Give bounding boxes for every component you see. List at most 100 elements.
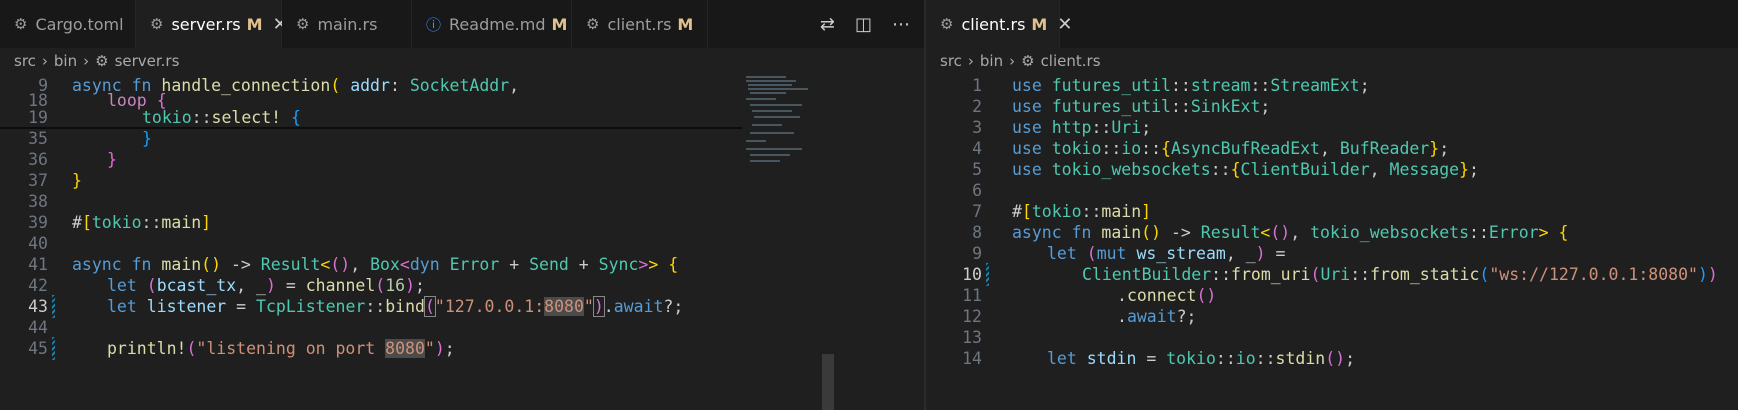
- tab-readme-md[interactable]: ⓘ Readme.md M: [412, 0, 572, 48]
- modified-badge: M: [677, 14, 694, 34]
- line-number: 41: [28, 255, 48, 274]
- tab-client-rs[interactable]: ⚙ client.rs M: [572, 0, 708, 48]
- rust-icon: ⚙: [296, 15, 310, 33]
- code-text: use http::Uri;: [1012, 118, 1152, 137]
- breadcrumb: src › bin › ⚙ client.rs: [926, 48, 1101, 74]
- modified-badge: M: [1031, 14, 1048, 34]
- code-text: }: [107, 150, 117, 169]
- code-text: .connect(): [1117, 286, 1217, 305]
- breadcrumb-src[interactable]: src: [14, 52, 36, 70]
- right-tab-bar: ⚙ client.rs M ✕: [926, 0, 1738, 48]
- line-number: 42: [28, 276, 48, 295]
- line-number: 11: [962, 286, 982, 305]
- line-number: 13: [962, 328, 982, 347]
- rust-icon: ⚙: [95, 52, 109, 70]
- tab-label: Cargo.toml: [35, 14, 124, 34]
- code-text: use tokio::io::{AsyncBufReadExt, BufRead…: [1012, 139, 1450, 158]
- sticky-scroll-shadow: [0, 127, 742, 129]
- code-text: println!("listening on port 8080");: [107, 339, 455, 358]
- gear-icon: ⚙: [14, 15, 28, 33]
- tab-label: client.rs: [961, 14, 1026, 34]
- line-number: 4: [972, 139, 982, 158]
- git-modified-indicator[interactable]: [52, 295, 55, 318]
- line-number: 37: [28, 171, 48, 190]
- modified-badge: M: [246, 14, 263, 34]
- breadcrumb-bin[interactable]: bin: [980, 52, 1003, 70]
- split-editor-icon[interactable]: ◫: [855, 14, 872, 35]
- code-text: let (bcast_tx, _) = channel(16);: [107, 276, 425, 295]
- breadcrumb-file[interactable]: server.rs: [115, 52, 180, 70]
- tab-label: Readme.md: [449, 14, 546, 34]
- line-number: 38: [28, 192, 48, 211]
- tab-main-rs[interactable]: ⚙ main.rs: [282, 0, 412, 48]
- line-number: 14: [962, 349, 982, 368]
- rust-icon: ⚙: [1021, 52, 1035, 70]
- breadcrumb: src › bin › ⚙ server.rs: [0, 48, 179, 74]
- line-number: 35: [28, 129, 48, 148]
- left-editor-group: ⚙ Cargo.toml ⚙ server.rs M ✕ ⚙ main.rs ⓘ Readm…: [0, 0, 924, 410]
- chevron-right-icon: ›: [41, 52, 48, 70]
- line-number: 5: [972, 160, 982, 179]
- line-number: 8: [972, 223, 982, 242]
- tab-cargo-toml[interactable]: ⚙ Cargo.toml: [0, 0, 136, 48]
- git-modified-indicator[interactable]: [52, 337, 55, 360]
- code-text: tokio::select! {: [142, 108, 301, 127]
- line-number: 7: [972, 202, 982, 221]
- tab-label: client.rs: [607, 14, 672, 34]
- code-text: }: [142, 129, 152, 148]
- code-text: let stdin = tokio::io::stdin();: [1047, 349, 1356, 368]
- line-number: 19: [28, 108, 48, 127]
- more-actions-icon[interactable]: ⋯: [892, 14, 910, 35]
- breadcrumb-bin[interactable]: bin: [54, 52, 77, 70]
- code-text: async fn main() -> Result<(), tokio_webs…: [1012, 223, 1569, 242]
- line-number: 39: [28, 213, 48, 232]
- code-text: use futures_util::stream::StreamExt;: [1012, 76, 1370, 95]
- line-number: 9: [972, 244, 982, 263]
- close-icon[interactable]: ✕: [1057, 14, 1072, 35]
- rust-icon: ⚙: [586, 15, 600, 33]
- tab-server-rs[interactable]: ⚙ server.rs M ✕: [136, 0, 288, 48]
- line-number: 40: [28, 234, 48, 253]
- info-icon: ⓘ: [426, 15, 442, 34]
- git-modified-indicator[interactable]: [986, 263, 989, 286]
- line-number: 1: [972, 76, 982, 95]
- code-editor[interactable]: 9 async fn handle_connection( addr: Socke…: [0, 74, 924, 410]
- code-text: async fn main() -> Result<(), Box<dyn Er…: [72, 255, 679, 274]
- line-number: 10: [962, 265, 982, 284]
- line-number: 6: [972, 181, 982, 200]
- chevron-right-icon: ›: [967, 52, 974, 70]
- code-editor[interactable]: 1 use futures_util::stream::StreamExt; 2u…: [926, 74, 1738, 410]
- chevron-right-icon: ›: [83, 52, 90, 70]
- line-number: 44: [28, 318, 48, 337]
- line-number: 36: [28, 150, 48, 169]
- left-tab-bar: ⚙ Cargo.toml ⚙ server.rs M ✕ ⚙ main.rs ⓘ Readm…: [0, 0, 924, 48]
- code-text: ClientBuilder::from_uri(Uri::from_static…: [1082, 265, 1718, 284]
- tab-client-rs-active[interactable]: ⚙ client.rs M ✕: [926, 0, 1072, 48]
- line-number: 45: [28, 339, 48, 358]
- editor-actions: ⇄ ◫ ⋯: [820, 0, 910, 48]
- line-number: 3: [972, 118, 982, 137]
- code-text: let listener = TcpListener::bind("127.0.…: [107, 296, 684, 317]
- rust-icon: ⚙: [150, 15, 164, 33]
- right-editor-group: ⚙ client.rs M ✕ src › bin › ⚙ client.rs 1 use f…: [926, 0, 1738, 410]
- chevron-right-icon: ›: [1009, 52, 1016, 70]
- modified-badge: M: [551, 14, 568, 34]
- line-number: 12: [962, 307, 982, 326]
- rust-icon: ⚙: [940, 15, 954, 33]
- minimap[interactable]: [742, 74, 820, 354]
- tab-label: server.rs: [171, 14, 241, 34]
- tab-label: main.rs: [317, 14, 378, 34]
- code-text: .await?;: [1117, 307, 1197, 326]
- code-text: }: [72, 171, 82, 190]
- line-number: 2: [972, 97, 982, 116]
- code-text: #[tokio::main]: [72, 213, 212, 232]
- compare-changes-icon[interactable]: ⇄: [820, 14, 835, 35]
- code-text: let (mut ws_stream, _) =: [1047, 244, 1286, 263]
- breadcrumb-file[interactable]: client.rs: [1041, 52, 1101, 70]
- scrollbar-thumb[interactable]: [822, 354, 834, 410]
- breadcrumb-src[interactable]: src: [940, 52, 962, 70]
- code-text: #[tokio::main]: [1012, 202, 1152, 221]
- code-text: use futures_util::SinkExt;: [1012, 97, 1271, 116]
- line-number: 43: [28, 297, 48, 316]
- code-text: use tokio_websockets::{ClientBuilder, Me…: [1012, 160, 1479, 179]
